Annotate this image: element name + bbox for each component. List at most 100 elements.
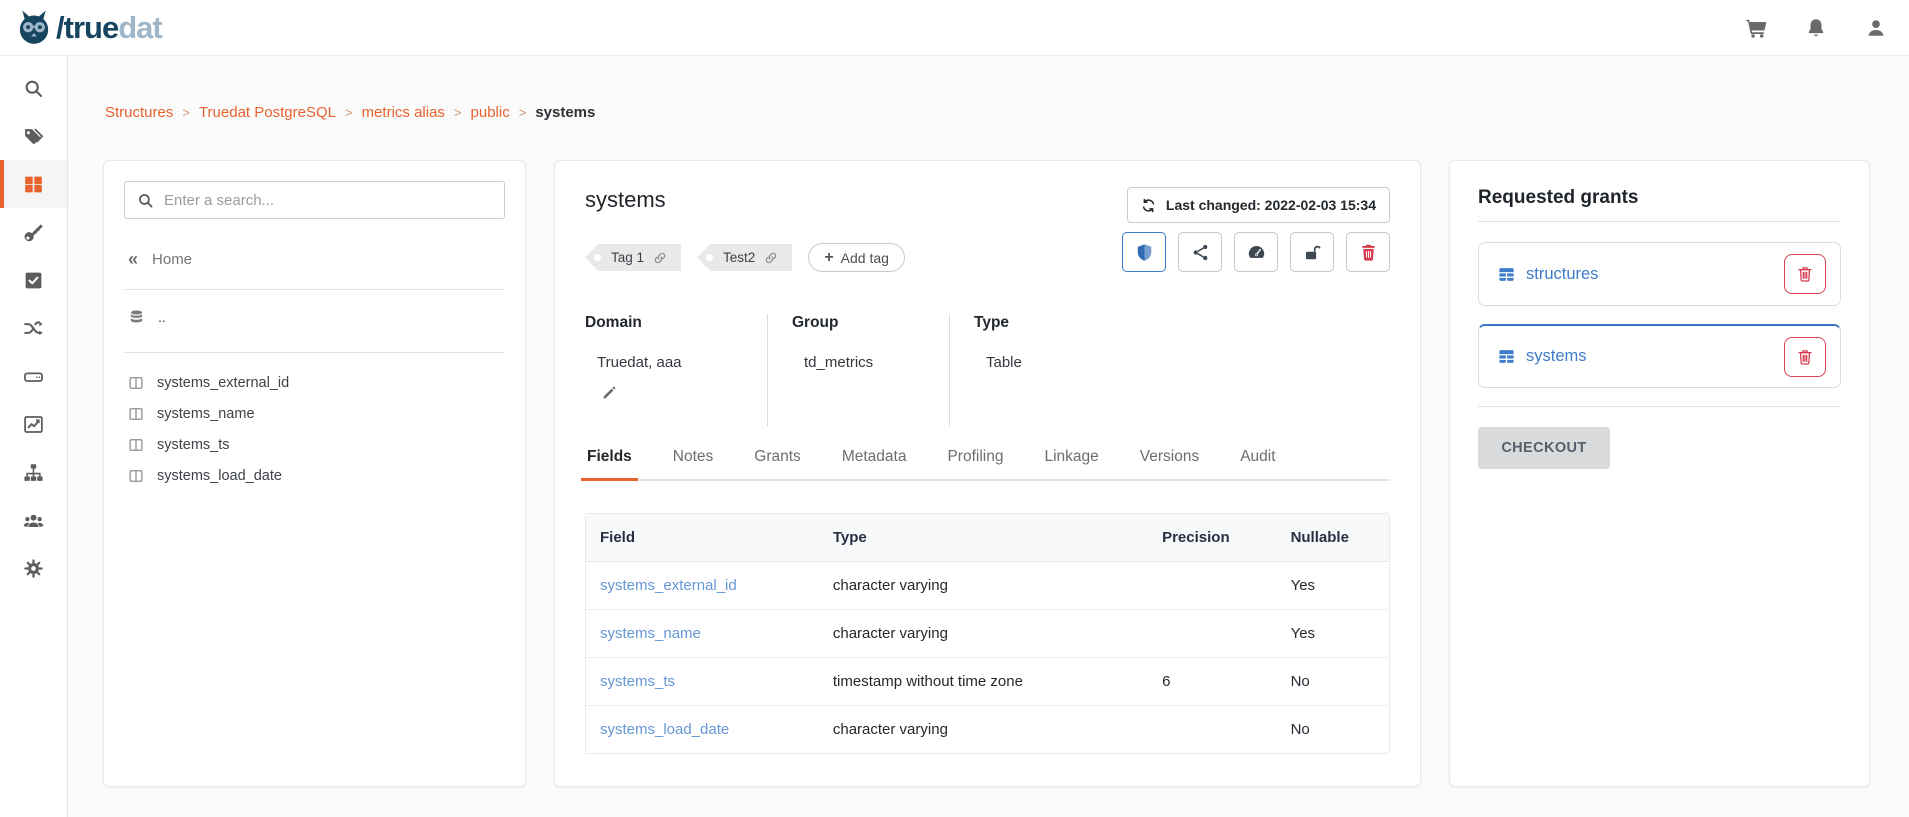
last-changed-button[interactable]: Last changed: 2022-02-03 15:34 <box>1127 187 1390 223</box>
remove-grant-button[interactable] <box>1784 254 1826 294</box>
checkout-button[interactable]: CHECKOUT <box>1478 427 1610 469</box>
field-link[interactable]: systems_external_id <box>586 562 819 609</box>
grant-link-systems[interactable]: systems <box>1497 347 1587 366</box>
domain-label: Domain <box>585 314 743 332</box>
tab-versions[interactable]: Versions <box>1138 448 1201 479</box>
tag-chip[interactable]: Tag 1 <box>585 244 681 271</box>
tag-chip[interactable]: Test2 <box>697 244 792 271</box>
link-icon <box>653 251 667 265</box>
sidebar-item-taxonomy[interactable] <box>0 448 67 496</box>
type-value: Table <box>974 354 1022 371</box>
cart-icon[interactable] <box>1745 17 1767 39</box>
grant-link-structures[interactable]: structures <box>1497 265 1598 284</box>
breadcrumb-separator: > <box>454 105 462 120</box>
breadcrumb-link-source[interactable]: Truedat PostgreSQL <box>199 104 336 121</box>
columns-icon <box>128 375 144 391</box>
home-label: Home <box>152 251 192 268</box>
owl-icon <box>14 8 54 48</box>
add-tag-button[interactable]: + Add tag <box>808 243 905 272</box>
share-button[interactable] <box>1178 232 1222 272</box>
plus-icon: + <box>824 250 833 266</box>
search-icon <box>23 78 44 99</box>
tab-metadata[interactable]: Metadata <box>840 448 909 479</box>
group-label: Group <box>792 314 925 332</box>
column-header-type: Type <box>819 514 1148 562</box>
profiling-button[interactable] <box>1234 232 1278 272</box>
breadcrumb-current: systems <box>535 104 595 121</box>
tab-fields[interactable]: Fields <box>585 448 634 479</box>
sidebar-item-users[interactable] <box>0 496 67 544</box>
search-input[interactable] <box>164 192 492 209</box>
tab-notes[interactable]: Notes <box>671 448 716 479</box>
field-link[interactable]: systems_load_date <box>586 705 819 753</box>
edit-domain-button[interactable] <box>601 385 617 401</box>
shuffle-icon <box>23 318 44 339</box>
sidebar-item-systems[interactable] <box>0 352 67 400</box>
type-label: Type <box>974 314 1022 332</box>
browser-home-link[interactable]: « Home <box>124 247 505 271</box>
left-nav-rail <box>0 56 68 817</box>
sidebar-item-lineage[interactable] <box>0 304 67 352</box>
action-buttons <box>1122 232 1390 272</box>
field-link[interactable]: systems_ts <box>586 657 819 705</box>
browser-parent-item[interactable]: .. <box>124 304 505 330</box>
field-nullable: Yes <box>1277 562 1389 609</box>
sidebar-item-structures[interactable] <box>0 160 67 208</box>
divider <box>124 289 505 290</box>
bell-icon[interactable] <box>1805 17 1827 39</box>
user-icon[interactable] <box>1865 17 1887 39</box>
unlock-button[interactable] <box>1290 232 1334 272</box>
sidebar-item-tags[interactable] <box>0 112 67 160</box>
page-title: systems <box>585 187 905 213</box>
trash-icon <box>1796 265 1814 283</box>
sidebar-item-rules[interactable] <box>0 256 67 304</box>
truedat-logo[interactable]: /truedat <box>14 8 162 48</box>
field-type: character varying <box>819 705 1148 753</box>
refresh-icon <box>1141 198 1156 213</box>
tags-row: Tag 1 Test2 + Add tag <box>585 243 905 272</box>
breadcrumb-link-database[interactable]: metrics alias <box>362 104 445 121</box>
list-item[interactable]: systems_name <box>124 398 505 429</box>
remove-grant-button[interactable] <box>1784 337 1826 377</box>
grant-card: structures <box>1478 242 1841 306</box>
table-row: systems_ts timestamp without time zone 6… <box>586 657 1389 705</box>
columns-icon <box>128 468 144 484</box>
last-changed-label: Last changed: 2022-02-03 15:34 <box>1166 197 1376 213</box>
tab-grants[interactable]: Grants <box>752 448 803 479</box>
table-row: systems_name character varying Yes <box>586 609 1389 657</box>
wordmark: /truedat <box>56 10 162 46</box>
breadcrumb-separator: > <box>182 105 190 120</box>
sidebar-item-keys[interactable] <box>0 208 67 256</box>
domain-info: Domain Truedat, aaa <box>585 314 767 426</box>
breadcrumb-link-schema[interactable]: public <box>471 104 510 121</box>
tag-label: Tag 1 <box>611 250 644 265</box>
tab-profiling[interactable]: Profiling <box>945 448 1005 479</box>
table-icon <box>1497 347 1516 366</box>
browser-search <box>124 181 505 219</box>
column-header-nullable: Nullable <box>1277 514 1389 562</box>
divider <box>1478 406 1841 407</box>
sidebar-item-settings[interactable] <box>0 544 67 592</box>
sidebar-item-dashboards[interactable] <box>0 400 67 448</box>
delete-button[interactable] <box>1346 232 1390 272</box>
wordmark-slash-true: / <box>56 10 64 46</box>
list-item[interactable]: systems_ts <box>124 429 505 460</box>
protect-button[interactable] <box>1122 232 1166 272</box>
list-item[interactable]: systems_load_date <box>124 460 505 491</box>
grants-panel-title: Requested grants <box>1478 187 1841 209</box>
field-link[interactable]: systems_name <box>586 609 819 657</box>
list-item-label: systems_external_id <box>157 375 289 391</box>
tab-audit[interactable]: Audit <box>1238 448 1277 479</box>
list-item[interactable]: systems_external_id <box>124 367 505 398</box>
gear-icon <box>23 558 44 579</box>
field-type: character varying <box>819 609 1148 657</box>
tab-linkage[interactable]: Linkage <box>1042 448 1100 479</box>
key-icon <box>23 222 44 243</box>
breadcrumb-link-structures[interactable]: Structures <box>105 104 173 121</box>
divider <box>124 352 505 353</box>
unlock-icon <box>1303 243 1322 262</box>
tags-icon <box>23 126 44 147</box>
requested-grants-panel: Requested grants structures systems CHEC… <box>1449 160 1870 787</box>
sidebar-item-search[interactable] <box>0 64 67 112</box>
trash-icon <box>1359 243 1378 262</box>
